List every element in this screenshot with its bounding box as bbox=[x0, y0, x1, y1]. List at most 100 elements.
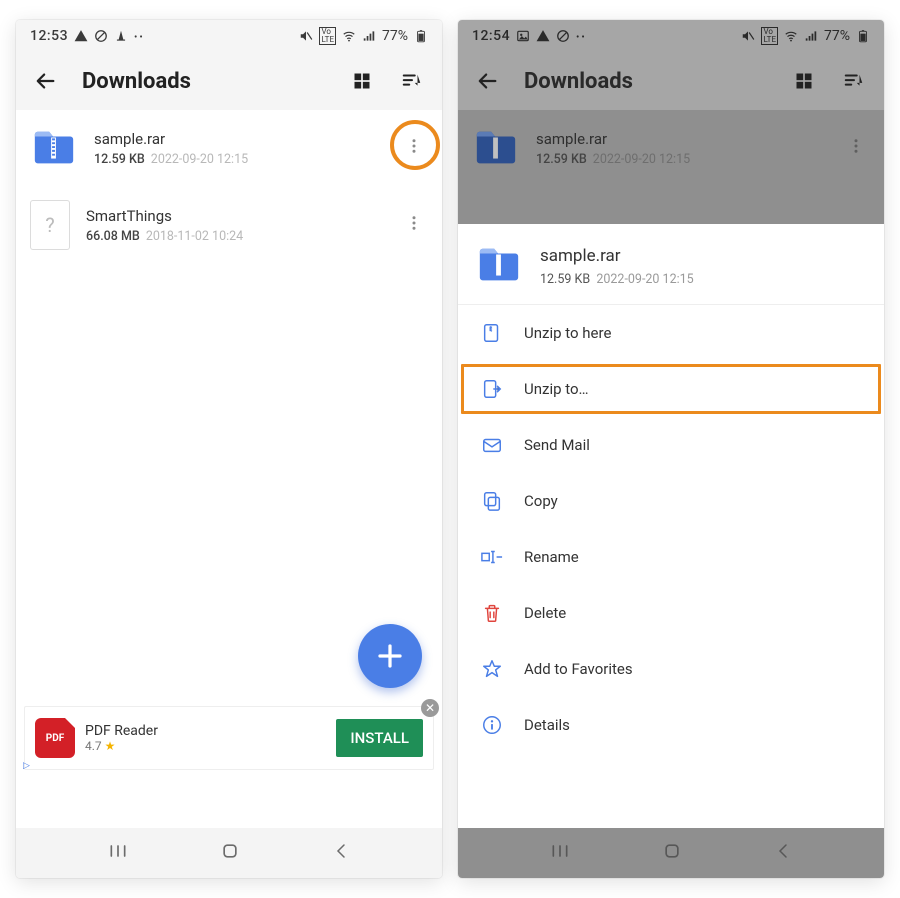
volte-icon: VoLTE bbox=[319, 27, 336, 45]
file-list: sample.rar 12.59 KB2022-09-20 12:15 ? Sm… bbox=[16, 110, 442, 828]
ad-app-icon: PDF bbox=[35, 718, 75, 758]
page-title: Downloads bbox=[82, 69, 191, 94]
battery-icon bbox=[414, 29, 428, 43]
sort-icon bbox=[843, 70, 865, 92]
warning-icon bbox=[74, 29, 88, 43]
file-name: SmartThings bbox=[86, 207, 384, 225]
menu-unzip-to[interactable]: Unzip to… bbox=[458, 361, 884, 417]
ad-install-button[interactable]: INSTALL bbox=[336, 719, 423, 757]
signal-icon bbox=[804, 29, 818, 43]
menu-delete[interactable]: Delete bbox=[458, 585, 884, 641]
menu-label: Unzip to here bbox=[524, 324, 611, 342]
system-nav-bar bbox=[16, 828, 442, 878]
system-nav-bar bbox=[458, 828, 884, 878]
menu-label: Copy bbox=[524, 492, 558, 510]
menu-rename[interactable]: Rename bbox=[458, 529, 884, 585]
file-row: sample.rar 12.59 KB2022-09-20 12:15 bbox=[458, 110, 884, 186]
screenshot-left: 12:53 VoLTE 77% Downloads bbox=[16, 20, 442, 878]
page-title: Downloads bbox=[524, 69, 633, 94]
menu-send-mail[interactable]: Send Mail bbox=[458, 417, 884, 473]
menu-copy[interactable]: Copy bbox=[458, 473, 884, 529]
file-row[interactable]: ? SmartThings 66.08 MB2018-11-02 10:24 bbox=[16, 186, 442, 264]
info-icon bbox=[480, 713, 504, 737]
back-button[interactable] bbox=[472, 65, 504, 97]
file-menu-button bbox=[842, 137, 870, 159]
menu-add-favorite[interactable]: Add to Favorites bbox=[458, 641, 884, 697]
grid-icon bbox=[352, 71, 372, 91]
nav-recents-button[interactable] bbox=[108, 843, 128, 863]
menu-details[interactable]: Details bbox=[458, 697, 884, 753]
ad-title: PDF Reader bbox=[85, 723, 158, 739]
cone-icon bbox=[114, 29, 128, 43]
ad-close-button[interactable]: ✕ bbox=[421, 699, 439, 717]
menu-label: Send Mail bbox=[524, 436, 590, 454]
screenshot-right: 12:54 VoLTE 77% Downloads bbox=[458, 20, 884, 878]
mail-icon bbox=[480, 433, 504, 457]
view-grid-button[interactable] bbox=[788, 65, 820, 97]
archive-icon bbox=[476, 242, 524, 290]
menu-label: Details bbox=[524, 716, 570, 734]
sheet-header: sample.rar 12.59 KB 2022-09-20 12:15 bbox=[458, 224, 884, 305]
sheet-menu: Unzip to here Unzip to… Send Mail Copy R… bbox=[458, 305, 884, 828]
grid-icon bbox=[794, 71, 814, 91]
sheet-file-meta: 12.59 KB 2022-09-20 12:15 bbox=[540, 272, 694, 287]
file-row[interactable]: sample.rar 12.59 KB2022-09-20 12:15 bbox=[16, 110, 442, 186]
status-clock: 12:54 bbox=[472, 28, 510, 44]
archive-icon bbox=[472, 124, 520, 172]
file-meta: 66.08 MB2018-11-02 10:24 bbox=[86, 229, 384, 244]
wifi-icon bbox=[342, 29, 356, 43]
menu-label: Unzip to… bbox=[524, 380, 589, 398]
ad-badge-icon: ▷ bbox=[23, 761, 30, 771]
volte-icon: VoLTE bbox=[761, 27, 778, 45]
sort-button[interactable] bbox=[396, 65, 428, 97]
view-grid-button[interactable] bbox=[346, 65, 378, 97]
back-button[interactable] bbox=[30, 65, 62, 97]
nav-home-button[interactable] bbox=[662, 841, 682, 865]
archive-icon bbox=[30, 124, 78, 172]
unzip-here-icon bbox=[480, 321, 504, 345]
file-menu-button[interactable] bbox=[400, 137, 428, 159]
delete-icon bbox=[480, 601, 504, 625]
back-arrow-icon bbox=[35, 70, 57, 92]
nav-back-button[interactable] bbox=[332, 842, 350, 864]
file-menu-button[interactable] bbox=[400, 214, 428, 236]
warning-icon bbox=[536, 29, 550, 43]
unzip-to-icon bbox=[480, 377, 504, 401]
mute-icon bbox=[299, 29, 313, 43]
more-vert-icon bbox=[847, 137, 865, 155]
sort-icon bbox=[401, 70, 423, 92]
file-name: sample.rar bbox=[536, 130, 826, 148]
menu-unzip-here[interactable]: Unzip to here bbox=[458, 305, 884, 361]
nav-home-button[interactable] bbox=[220, 841, 240, 865]
nav-back-button[interactable] bbox=[774, 842, 792, 864]
copy-icon bbox=[480, 489, 504, 513]
back-arrow-icon bbox=[477, 70, 499, 92]
signal-icon bbox=[362, 29, 376, 43]
menu-label: Delete bbox=[524, 604, 566, 622]
status-bar: 12:54 VoLTE 77% bbox=[458, 20, 884, 52]
file-meta: 12.59 KB2022-09-20 12:15 bbox=[536, 152, 826, 167]
rename-icon bbox=[480, 545, 504, 569]
battery-text: 77% bbox=[824, 28, 850, 44]
more-vert-icon bbox=[405, 214, 423, 232]
status-bar: 12:53 VoLTE 77% bbox=[16, 20, 442, 52]
no-sign-icon bbox=[94, 29, 108, 43]
image-icon bbox=[516, 29, 530, 43]
star-icon bbox=[480, 657, 504, 681]
battery-text: 77% bbox=[382, 28, 408, 44]
mute-icon bbox=[741, 29, 755, 43]
more-status-icon bbox=[134, 28, 145, 44]
app-bar: Downloads bbox=[458, 52, 884, 110]
ad-rating: 4.7 ★ bbox=[85, 739, 158, 753]
nav-recents-button[interactable] bbox=[550, 843, 570, 863]
app-bar: Downloads bbox=[16, 52, 442, 110]
plus-icon bbox=[375, 641, 405, 671]
file-meta: 12.59 KB2022-09-20 12:15 bbox=[94, 152, 384, 167]
ad-banner[interactable]: ▷ PDF PDF Reader 4.7 ★ INSTALL ✕ bbox=[24, 706, 434, 770]
file-name: sample.rar bbox=[94, 130, 384, 148]
fab-add-button[interactable] bbox=[358, 624, 422, 688]
sort-button[interactable] bbox=[838, 65, 870, 97]
sheet-file-name: sample.rar bbox=[540, 246, 694, 266]
menu-label: Add to Favorites bbox=[524, 660, 633, 678]
more-vert-icon bbox=[405, 137, 423, 155]
